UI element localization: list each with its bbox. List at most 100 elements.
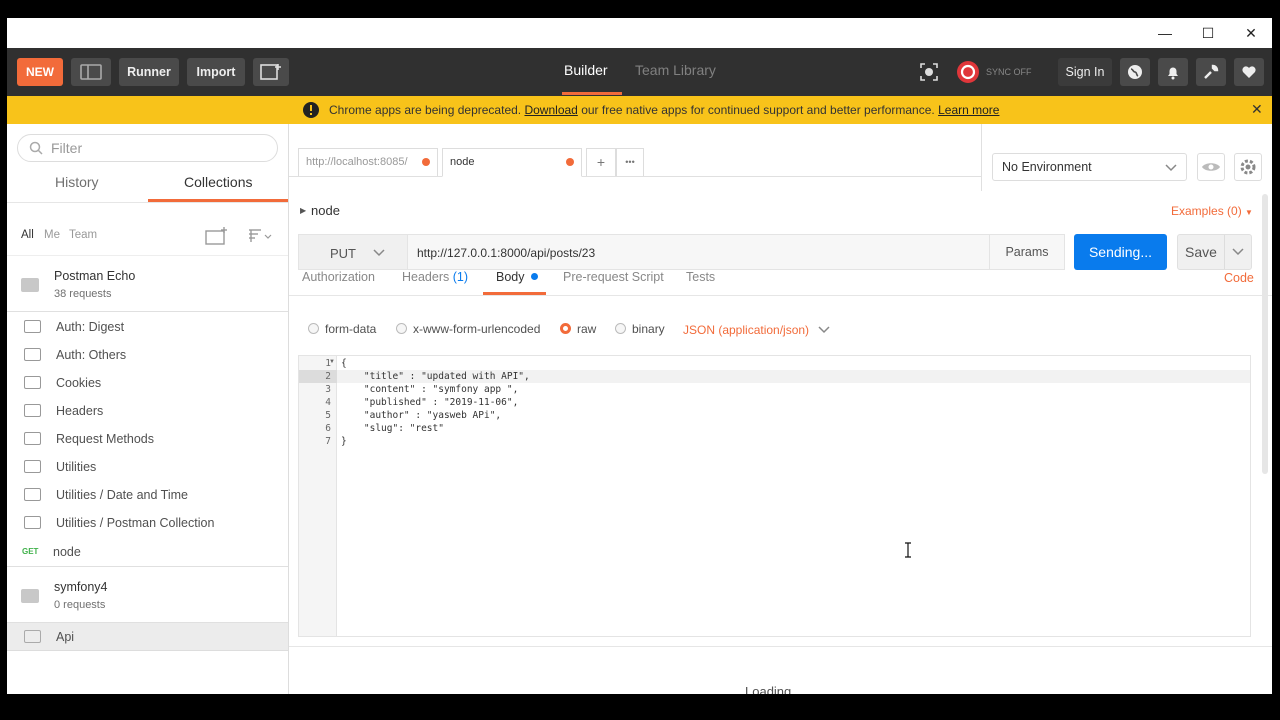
chevron-down-icon[interactable] bbox=[1232, 248, 1244, 256]
favorite-button[interactable] bbox=[1234, 58, 1264, 86]
body-mode-binary[interactable]: binary bbox=[615, 322, 665, 336]
sort-icon[interactable] bbox=[247, 228, 273, 244]
filter-input[interactable]: Filter bbox=[17, 134, 278, 162]
sidebar-toggle-button[interactable] bbox=[71, 58, 111, 86]
tab-authorization[interactable]: Authorization bbox=[302, 270, 375, 284]
fold-arrow-icon[interactable]: ▼ bbox=[329, 359, 335, 365]
new-window-button[interactable] bbox=[253, 58, 289, 86]
folder-request-methods[interactable]: Request Methods bbox=[7, 425, 288, 453]
save-button[interactable]: Save bbox=[1178, 235, 1224, 269]
folder-icon bbox=[24, 488, 41, 501]
minimize-button[interactable]: — bbox=[1150, 23, 1180, 43]
sidebar-toggle-icon bbox=[80, 64, 102, 80]
request-item-node[interactable]: GET node bbox=[7, 538, 288, 566]
folder-icon bbox=[24, 432, 41, 445]
request-tab-localhost[interactable]: http://localhost:8085/ bbox=[298, 148, 438, 176]
scrollbar[interactable] bbox=[1262, 194, 1268, 474]
line-number: 5 bbox=[325, 410, 331, 421]
tab-body[interactable]: Body bbox=[496, 270, 538, 284]
owner-filter-me[interactable]: Me bbox=[44, 229, 60, 241]
globe-button[interactable] bbox=[1120, 58, 1150, 86]
environment-value: No Environment bbox=[1002, 160, 1092, 174]
window-titlebar: — ☐ ✕ bbox=[7, 18, 1272, 48]
examples-label: Examples (0) bbox=[1171, 204, 1242, 218]
code-line: "title" : "updated with API", bbox=[341, 371, 530, 382]
owner-filter-team[interactable]: Team bbox=[69, 229, 97, 241]
sign-in-button[interactable]: Sign In bbox=[1058, 58, 1112, 86]
folder-headers[interactable]: Headers bbox=[7, 397, 288, 425]
collapse-arrow-icon[interactable]: ▶ bbox=[300, 206, 306, 215]
collection-symfony4[interactable]: symfony4 0 requests bbox=[7, 566, 288, 623]
code-line: "slug": "rest" bbox=[341, 423, 444, 434]
capture-icon[interactable] bbox=[919, 62, 939, 87]
folder-auth-digest[interactable]: Auth: Digest bbox=[7, 313, 288, 341]
folder-icon bbox=[21, 278, 39, 292]
folder-icon bbox=[24, 348, 41, 361]
new-button[interactable]: NEW bbox=[17, 58, 63, 86]
collection-api[interactable]: Api bbox=[7, 623, 288, 651]
new-collection-icon[interactable] bbox=[205, 227, 229, 245]
runner-button[interactable]: Runner bbox=[119, 58, 179, 86]
content-type-select[interactable]: JSON (application/json) bbox=[683, 323, 830, 337]
environment-select[interactable]: No Environment bbox=[992, 153, 1187, 181]
sync-icon[interactable] bbox=[956, 60, 980, 89]
owner-filter-all[interactable]: All bbox=[21, 229, 34, 241]
text-cursor-icon bbox=[905, 542, 911, 558]
folder-utilities[interactable]: Utilities bbox=[7, 453, 288, 481]
line-number: 1 bbox=[325, 358, 331, 369]
environment-settings-button[interactable] bbox=[1234, 153, 1262, 181]
tab-history[interactable]: History bbox=[55, 174, 99, 190]
maximize-button[interactable]: ☐ bbox=[1193, 23, 1223, 43]
chevron-down-icon bbox=[1165, 164, 1177, 172]
radio-circle bbox=[615, 323, 626, 334]
learn-more-link[interactable]: Learn more bbox=[938, 103, 999, 117]
banner-text-after: our free native apps for continued suppo… bbox=[581, 103, 935, 117]
tab-headers[interactable]: Headers (1) bbox=[402, 270, 468, 284]
content-type-value: JSON (application/json) bbox=[683, 323, 810, 337]
tab-tests[interactable]: Tests bbox=[686, 270, 715, 284]
new-window-icon bbox=[260, 64, 281, 80]
import-button[interactable]: Import bbox=[187, 58, 245, 86]
folder-utilities-date-time[interactable]: Utilities / Date and Time bbox=[7, 481, 288, 509]
line-number: 7 bbox=[325, 436, 331, 447]
tab-builder[interactable]: Builder bbox=[564, 62, 608, 78]
notifications-button[interactable] bbox=[1158, 58, 1188, 86]
builder-active-indicator bbox=[562, 92, 622, 95]
tab-collections[interactable]: Collections bbox=[184, 174, 252, 190]
more-tabs-button[interactable]: ••• bbox=[616, 148, 644, 176]
folder-utilities-postman-collection[interactable]: Utilities / Postman Collection bbox=[7, 509, 288, 537]
folder-auth-others[interactable]: Auth: Others bbox=[7, 341, 288, 369]
environment-preview-button[interactable] bbox=[1197, 153, 1225, 181]
divider bbox=[289, 646, 1272, 647]
banner-close-icon[interactable]: ✕ bbox=[1251, 101, 1263, 118]
close-window-button[interactable]: ✕ bbox=[1236, 23, 1266, 43]
settings-button[interactable] bbox=[1196, 58, 1226, 86]
method-select[interactable]: PUT bbox=[298, 234, 408, 270]
tab-team-library[interactable]: Team Library bbox=[635, 62, 716, 78]
code-link[interactable]: Code bbox=[1224, 271, 1254, 285]
body-mode-urlencoded[interactable]: x-www-form-urlencoded bbox=[396, 322, 540, 336]
download-link[interactable]: Download bbox=[524, 103, 577, 117]
line-number: 6 bbox=[325, 423, 331, 434]
params-button[interactable]: Params bbox=[989, 234, 1065, 270]
radio-label: x-www-form-urlencoded bbox=[413, 322, 541, 336]
collection-postman-echo[interactable]: Postman Echo 38 requests bbox=[7, 255, 288, 312]
body-mode-form-data[interactable]: form-data bbox=[308, 322, 376, 336]
divider bbox=[1224, 235, 1225, 269]
tab-pre-request-script[interactable]: Pre-request Script bbox=[563, 270, 664, 284]
examples-dropdown[interactable]: Examples (0) ▼ bbox=[1171, 204, 1253, 218]
heart-icon bbox=[1242, 66, 1256, 78]
folder-cookies[interactable]: Cookies bbox=[7, 369, 288, 397]
banner-message: Chrome apps are being deprecated. Downlo… bbox=[329, 103, 999, 117]
send-button[interactable]: Sending... bbox=[1074, 234, 1167, 270]
app-header: NEW Runner Import Builder Team Library S… bbox=[7, 48, 1272, 96]
url-input[interactable]: http://127.0.0.1:8000/api/posts/23 bbox=[407, 234, 990, 270]
collection-count: 38 requests bbox=[54, 288, 112, 300]
sync-status: SYNC OFF bbox=[986, 67, 1032, 77]
body-editor[interactable]: 1 2 3 4 5 6 7 ▼ { "title" : "updated wit… bbox=[298, 355, 1251, 637]
sidebar: Filter History Collections All Me Team P… bbox=[7, 124, 289, 694]
method-value: PUT bbox=[330, 246, 356, 261]
request-tab-node[interactable]: node bbox=[442, 148, 582, 177]
add-tab-button[interactable]: + bbox=[586, 148, 616, 176]
body-mode-raw[interactable]: raw bbox=[560, 322, 596, 336]
